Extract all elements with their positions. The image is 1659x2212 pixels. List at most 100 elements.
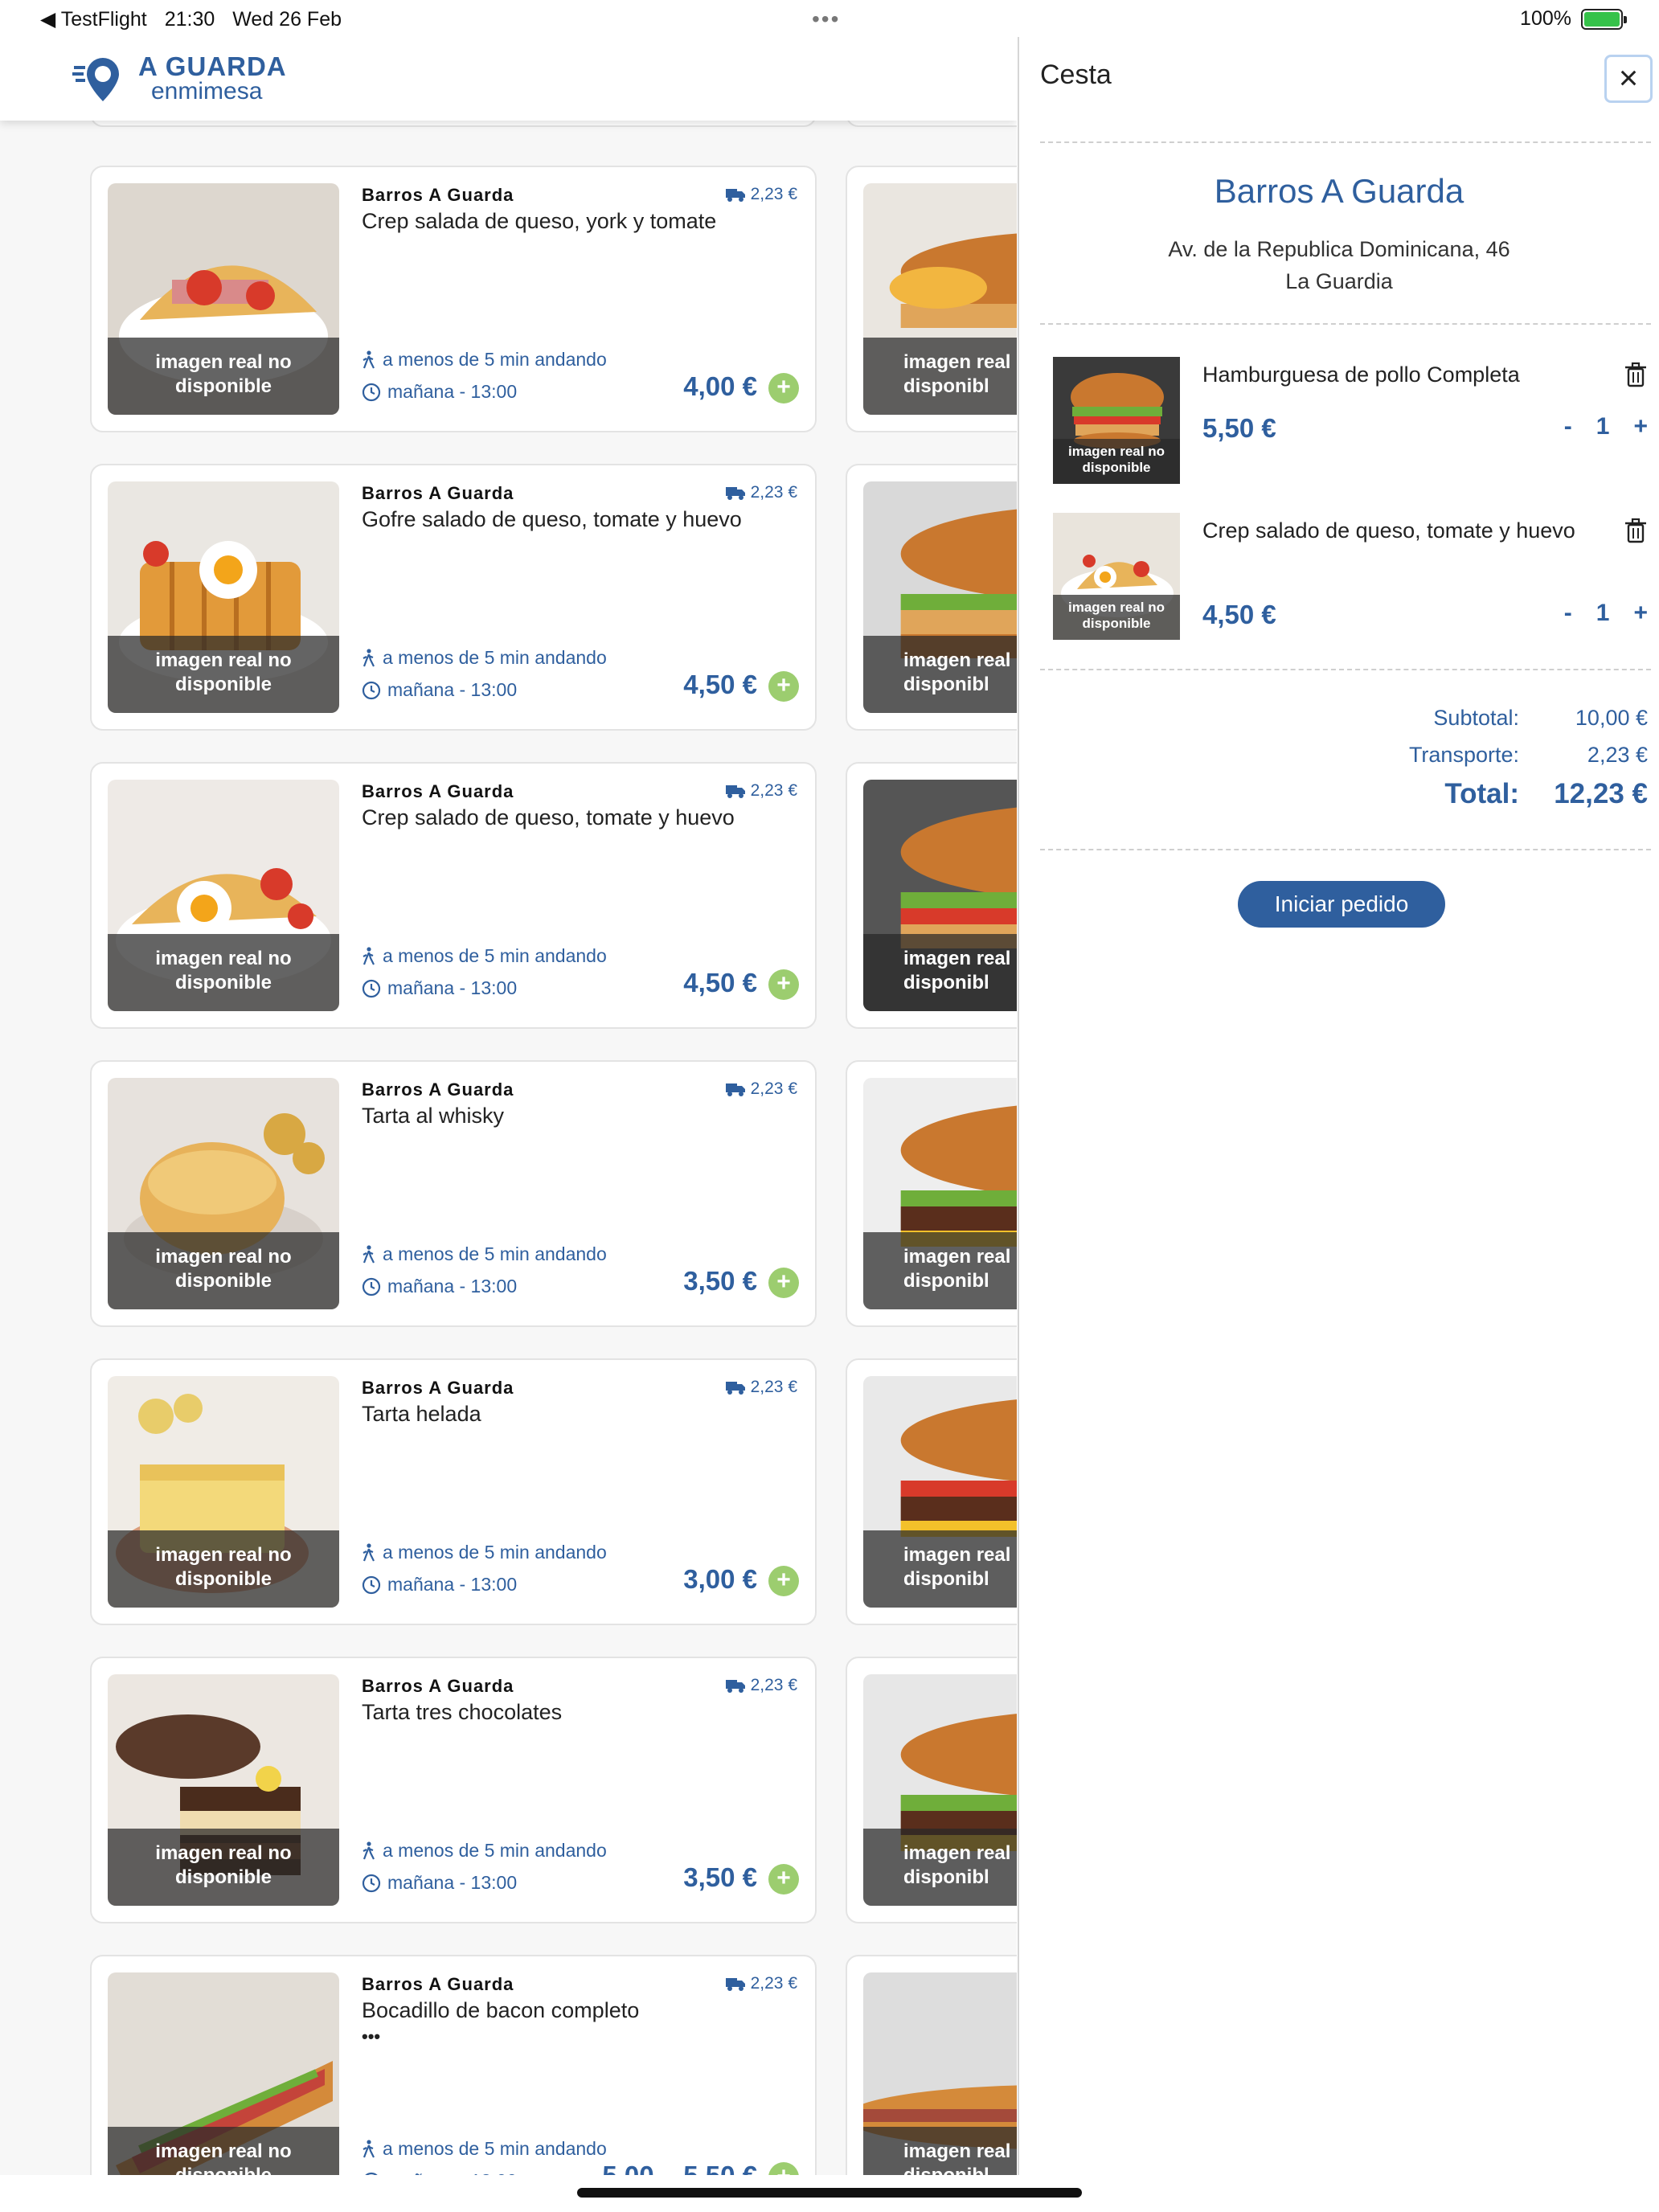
subtotal-label: Subtotal: <box>1433 706 1519 730</box>
store-name: Barros A Guarda <box>362 185 514 205</box>
product-price: 3,50 € <box>683 1862 757 1892</box>
product-image: imagen real disponibl <box>863 183 1017 415</box>
product-card[interactable]: imagen real no disponible Barros A Guarda… <box>90 762 817 1029</box>
product-card[interactable]: imagen real no disponible Barros A Guarda… <box>90 464 817 731</box>
product-title-text: Tarta helada <box>362 1402 481 1426</box>
divider <box>1040 849 1651 850</box>
product-image: imagen real disponibl <box>863 1972 1017 2175</box>
cart-item-image: imagen real no disponible <box>1053 357 1180 484</box>
product-image: imagen real no disponible <box>108 1376 339 1608</box>
product-card[interactable]: imagen real no disponible Barros A Guarda… <box>90 1060 817 1327</box>
decrease-quantity-button[interactable]: - <box>1564 600 1572 627</box>
battery-percent: 100% <box>1520 7 1571 30</box>
store-name: Barros A Guarda <box>362 1676 514 1696</box>
product-image: imagen real disponibl <box>863 1674 1017 1906</box>
product-card[interactable]: imagen real disponibl <box>846 762 1017 1029</box>
shipping-cost: 2,23 € <box>725 1079 797 1099</box>
product-image: imagen real disponibl <box>863 481 1017 713</box>
quantity-stepper: - 1 + <box>1564 413 1648 440</box>
distance-text: a menos de 5 min andando <box>383 2138 607 2159</box>
more-options[interactable]: ••• <box>362 2026 780 2047</box>
add-to-cart-button[interactable]: + <box>768 1864 799 1895</box>
image-unavailable-label: imagen real no disponible <box>108 1829 339 1906</box>
logo-name: A GUARDA <box>138 51 287 81</box>
product-title: Gofre salado de queso, tomate y huevo <box>362 507 780 532</box>
logo[interactable]: A GUARDA enmimesa <box>72 53 287 104</box>
start-order-button[interactable]: Iniciar pedido <box>1238 881 1445 928</box>
status-bar: ◀ TestFlight 21:30 Wed 26 Feb ••• 100% <box>0 0 1659 37</box>
pickup-time-text: mañana - 13:00 <box>387 1872 518 1893</box>
cart-panel: Cesta × Barros A Guarda Av. de la Republ… <box>1019 37 1659 2175</box>
total-row: Total: 12,23 € <box>1278 778 1648 810</box>
distance-info: a menos de 5 min andando <box>362 1840 607 1862</box>
product-card[interactable]: imagen real disponibl <box>846 464 1017 731</box>
trash-icon[interactable] <box>1624 362 1648 387</box>
product-title: Bocadillo de bacon completo ••• <box>362 1998 780 2047</box>
add-to-cart-button[interactable]: + <box>768 373 799 403</box>
walking-person-icon <box>363 2139 375 2157</box>
pickup-time: mañana - 13:00 <box>362 2170 517 2175</box>
product-card[interactable]: imagen real no disponible Barros A Guarda… <box>90 1657 817 1923</box>
status-time: 21:30 <box>164 7 215 31</box>
product-card[interactable]: imagen real disponibl <box>846 166 1017 432</box>
product-title: Tarta al whisky <box>362 1104 780 1129</box>
product-title-text: Gofre salado de queso, tomate y huevo <box>362 507 742 531</box>
cart-item: imagen real no disponible Crep salado de… <box>1053 513 1648 641</box>
close-cart-button[interactable]: × <box>1604 55 1653 103</box>
decrease-quantity-button[interactable]: - <box>1564 413 1572 440</box>
image-unavailable-label: imagen real no disponible <box>108 1530 339 1608</box>
shipping-cost-value: 2,23 € <box>750 1676 797 1694</box>
distance-text: a menos de 5 min andando <box>383 1840 607 1861</box>
pickup-time-text: mañana - 13:00 <box>387 679 518 700</box>
product-title: Crep salado de queso, tomate y huevo <box>362 805 780 830</box>
walking-person-icon <box>363 946 375 965</box>
image-unavailable-label: imagen real no disponible <box>108 2127 339 2175</box>
increase-quantity-button[interactable]: + <box>1633 600 1648 627</box>
cart-item: imagen real no disponible Hamburguesa de… <box>1053 357 1648 485</box>
image-unavailable-label: imagen real disponibl <box>863 1829 1017 1906</box>
product-card[interactable]: imagen real no disponible Barros A Guarda… <box>90 1955 817 2175</box>
walking-person-icon <box>363 1244 375 1263</box>
pickup-time: mañana - 13:00 <box>362 1872 517 1894</box>
delivery-truck-icon <box>725 1680 745 1693</box>
product-card[interactable]: imagen real disponibl <box>846 1358 1017 1625</box>
divider <box>1040 669 1651 670</box>
add-to-cart-button[interactable]: + <box>768 969 799 1000</box>
clock-icon <box>362 1575 381 1594</box>
product-card[interactable]: imagen real disponibl <box>846 1060 1017 1327</box>
delivery-truck-icon <box>725 1978 745 1991</box>
logo-pin-icon <box>72 57 119 101</box>
delivery-truck-icon <box>725 1382 745 1395</box>
store-name: Barros A Guarda <box>362 483 514 503</box>
transport-value: 2,23 € <box>1587 743 1648 767</box>
increase-quantity-button[interactable]: + <box>1633 413 1648 440</box>
image-unavailable-label: imagen real no disponible <box>1053 439 1180 484</box>
shipping-cost: 2,23 € <box>725 1378 797 1397</box>
distance-info: a menos de 5 min andando <box>362 647 607 669</box>
product-card[interactable]: imagen real disponibl <box>846 1955 1017 2175</box>
home-indicator[interactable] <box>577 2188 1082 2198</box>
add-to-cart-button[interactable]: + <box>768 1566 799 1596</box>
image-unavailable-label: imagen real no disponible <box>108 636 339 713</box>
product-image: imagen real disponibl <box>863 1376 1017 1608</box>
quantity-value: 1 <box>1596 600 1610 626</box>
product-list-pane[interactable]: A GUARDA enmimesa imagen real no disponi… <box>0 37 1017 2175</box>
clock-icon <box>362 979 381 997</box>
store-name: Barros A Guarda <box>362 1974 514 1994</box>
store-name: Barros A Guarda <box>362 1079 514 1100</box>
trash-icon[interactable] <box>1624 518 1648 543</box>
pickup-time: mañana - 13:00 <box>362 679 517 701</box>
add-to-cart-button[interactable]: + <box>768 1268 799 1298</box>
shipping-cost-value: 2,23 € <box>750 1974 797 1993</box>
back-to-app-link[interactable]: ◀ TestFlight <box>40 7 147 31</box>
multitask-dots[interactable]: ••• <box>812 6 840 32</box>
product-card[interactable]: imagen real disponibl <box>846 1657 1017 1923</box>
product-price: 5,00 – 5,50 € <box>602 2161 757 2175</box>
pickup-time: mañana - 13:00 <box>362 381 517 403</box>
add-to-cart-button[interactable]: + <box>768 671 799 702</box>
product-card[interactable]: imagen real no disponible Barros A Guarda… <box>90 166 817 432</box>
product-card[interactable]: imagen real no disponible Barros A Guarda… <box>90 1358 817 1625</box>
product-price: 4,50 € <box>683 968 757 997</box>
add-to-cart-button[interactable]: + <box>768 2162 799 2175</box>
distance-text: a menos de 5 min andando <box>383 349 607 370</box>
